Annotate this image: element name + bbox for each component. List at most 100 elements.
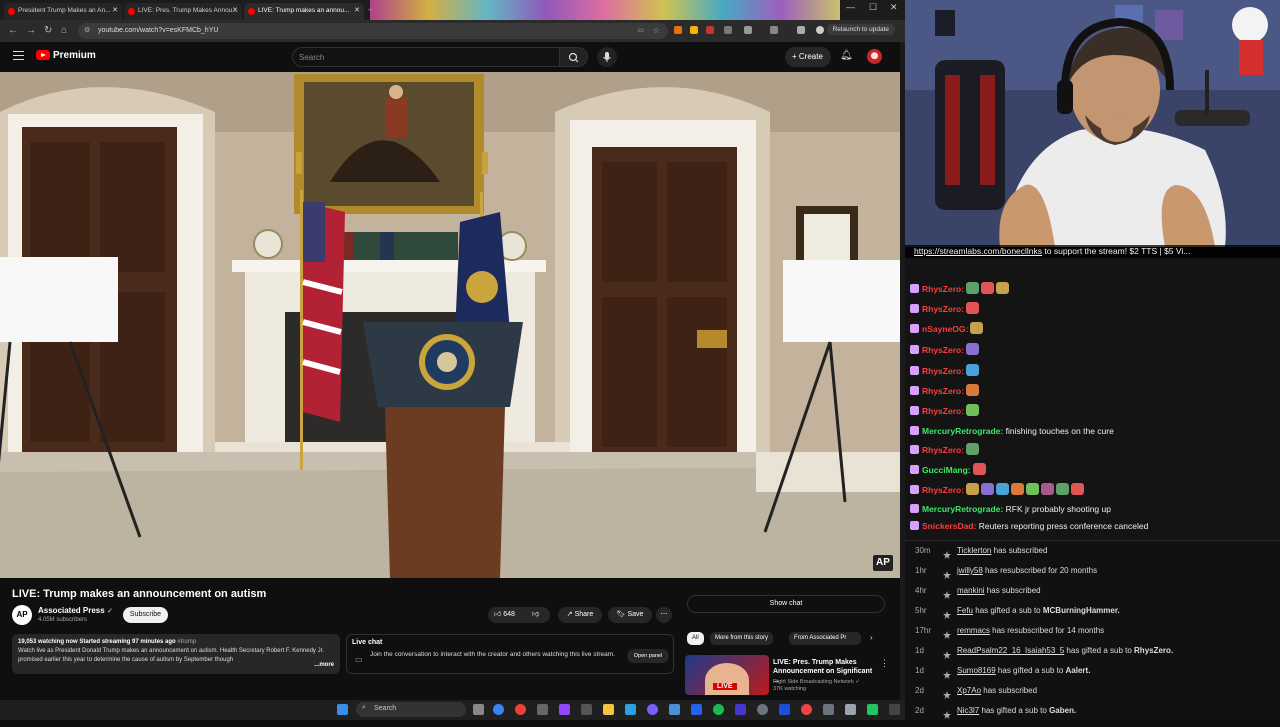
app-icon[interactable] <box>867 704 878 715</box>
notifications-bell-icon[interactable]: 🔔︎ <box>840 50 853 61</box>
save-button[interactable]: 🔖︎ Save <box>608 607 652 623</box>
app-icon[interactable] <box>779 704 790 715</box>
site-info-icon[interactable]: ⚙ <box>84 26 90 34</box>
account-avatar[interactable] <box>867 49 882 64</box>
app-icon[interactable] <box>581 704 592 715</box>
search-input[interactable]: Search <box>292 47 560 67</box>
video-player[interactable]: AP <box>0 72 900 578</box>
recommendation-channel[interactable]: Right Side Broadcasting Network <box>773 679 854 685</box>
chat-username[interactable]: RhysZero: <box>922 345 964 355</box>
event-target-user[interactable]: MCBurningHammer. <box>1043 606 1120 615</box>
voice-search-button[interactable] <box>597 47 617 67</box>
screenshot-icon[interactable] <box>770 26 778 34</box>
chat-username[interactable]: RhysZero: <box>922 445 964 455</box>
chat-username[interactable]: RhysZero: <box>922 386 964 396</box>
event-username[interactable]: Ticklerton <box>957 546 991 555</box>
app-icon[interactable] <box>647 704 658 715</box>
chat-username[interactable]: RhysZero: <box>922 366 964 376</box>
telegram-icon[interactable] <box>625 704 636 715</box>
relaunch-to-update-button[interactable]: Relaunch to update <box>826 24 895 35</box>
share-button[interactable]: ↗ Share <box>558 607 602 623</box>
event-username[interactable]: Fefu <box>957 606 973 615</box>
youtube-logo-icon[interactable] <box>36 50 50 60</box>
recommendation-thumbnail[interactable]: LIVE <box>685 655 769 695</box>
dislike-button[interactable]: 👎︎ <box>532 607 539 623</box>
task-view-icon[interactable] <box>473 704 484 715</box>
download-icon[interactable] <box>797 26 805 34</box>
browser-tab-2[interactable]: LIVE: Pres. Trump Makes Annou... ✕ <box>124 3 242 20</box>
app-icon[interactable] <box>845 704 856 715</box>
chat-username[interactable]: RhysZero: <box>922 304 964 314</box>
close-window-icon[interactable]: ✕ <box>890 2 898 13</box>
extension-icon[interactable] <box>674 26 682 34</box>
event-username[interactable]: ReadPsalm22_16_Isaiah53_5 <box>957 646 1064 655</box>
file-explorer-icon[interactable] <box>603 704 614 715</box>
taskbar-search[interactable]: ⌕ Search <box>356 702 466 717</box>
app-icon[interactable] <box>801 704 812 715</box>
chip-all[interactable]: All <box>687 632 704 645</box>
app-icon[interactable] <box>757 704 768 715</box>
app-icon[interactable] <box>669 704 680 715</box>
youtube-premium-brand[interactable]: Premium <box>53 50 96 61</box>
home-icon[interactable]: ⌂ <box>61 25 67 36</box>
hamburger-menu-icon[interactable] <box>13 51 24 60</box>
app-icon[interactable] <box>691 704 702 715</box>
extension-icon[interactable] <box>690 26 698 34</box>
description-hashtag[interactable]: #trump <box>177 639 196 645</box>
chat-username[interactable]: nSayneOG: <box>922 324 968 334</box>
more-actions-button[interactable]: ⋯ <box>656 607 672 623</box>
ticker-link[interactable]: https://streamlabs.com/bonecllnks <box>914 246 1042 256</box>
bookmark-star-icon[interactable]: ☆ <box>653 26 660 35</box>
chat-username[interactable]: SnickersDad: <box>922 521 976 531</box>
chat-username[interactable]: GucciMang: <box>922 465 971 475</box>
chrome-icon[interactable] <box>515 704 526 715</box>
edge-icon[interactable] <box>493 704 504 715</box>
chip-more-from-this-story[interactable]: More from this story <box>710 632 774 645</box>
event-target-user[interactable]: RhysZero. <box>1134 646 1173 655</box>
event-target-user[interactable]: Gaben. <box>1049 706 1076 715</box>
forward-icon[interactable]: → <box>26 25 36 36</box>
reload-icon[interactable]: ↻ <box>44 25 52 36</box>
back-icon[interactable]: ← <box>8 25 18 36</box>
app-icon[interactable] <box>537 704 548 715</box>
more-vertical-icon[interactable]: ⋮ <box>880 658 889 669</box>
description-more-link[interactable]: ...more <box>314 661 334 670</box>
windows-start-icon[interactable] <box>337 704 348 715</box>
chevron-right-icon[interactable]: › <box>870 633 873 642</box>
event-username[interactable]: jwilly58 <box>957 566 983 575</box>
close-tab-icon[interactable]: ✕ <box>354 6 360 14</box>
channel-avatar[interactable]: AP <box>12 605 32 625</box>
chat-username[interactable]: MercuryRetrograde: <box>922 504 1003 514</box>
app-icon[interactable] <box>823 704 834 715</box>
address-bar[interactable]: ⚙ youtube.com/watch?v=esKFMCb_hYU ▭ ☆ <box>78 23 668 39</box>
event-username[interactable]: Nic3l7 <box>957 706 979 715</box>
obs-icon[interactable] <box>559 704 570 715</box>
cast-icon[interactable]: ▭ <box>637 26 644 34</box>
chat-username[interactable]: RhysZero: <box>922 284 964 294</box>
chip-from-associated-press[interactable]: From Associated Pr <box>789 632 861 645</box>
chat-username[interactable]: RhysZero: <box>922 406 964 416</box>
event-username[interactable]: Xp7Ao <box>957 686 981 695</box>
spotify-icon[interactable] <box>713 704 724 715</box>
subscribe-button[interactable]: Subscribe <box>123 607 168 623</box>
browser-tab-3[interactable]: LIVE: Trump makes an annou... ✕ <box>244 3 364 20</box>
app-icon[interactable] <box>889 704 900 715</box>
event-username[interactable]: Sumo8169 <box>957 666 996 675</box>
profile-icon[interactable] <box>816 26 824 34</box>
open-panel-button[interactable]: Open panel <box>627 649 669 663</box>
chat-username[interactable]: MercuryRetrograde: <box>922 426 1003 436</box>
close-tab-icon[interactable]: ✕ <box>112 6 118 14</box>
browser-tab-1[interactable]: President Trump Makes an An... ✕ <box>4 3 122 20</box>
show-chat-button[interactable]: Show chat <box>687 595 885 613</box>
minimize-icon[interactable]: — <box>846 2 855 12</box>
maximize-icon[interactable]: ☐ <box>869 2 877 13</box>
like-button[interactable]: 👍︎ 648 <box>494 607 515 623</box>
extension-icon[interactable] <box>724 26 732 34</box>
chat-username[interactable]: RhysZero: <box>922 485 964 495</box>
close-tab-icon[interactable]: ✕ <box>232 6 238 14</box>
create-button[interactable]: + Create <box>785 47 831 67</box>
extension-icon[interactable] <box>706 26 714 34</box>
event-username[interactable]: mankini <box>957 586 985 595</box>
event-username[interactable]: remmacs <box>957 626 990 635</box>
search-button[interactable] <box>560 47 588 67</box>
